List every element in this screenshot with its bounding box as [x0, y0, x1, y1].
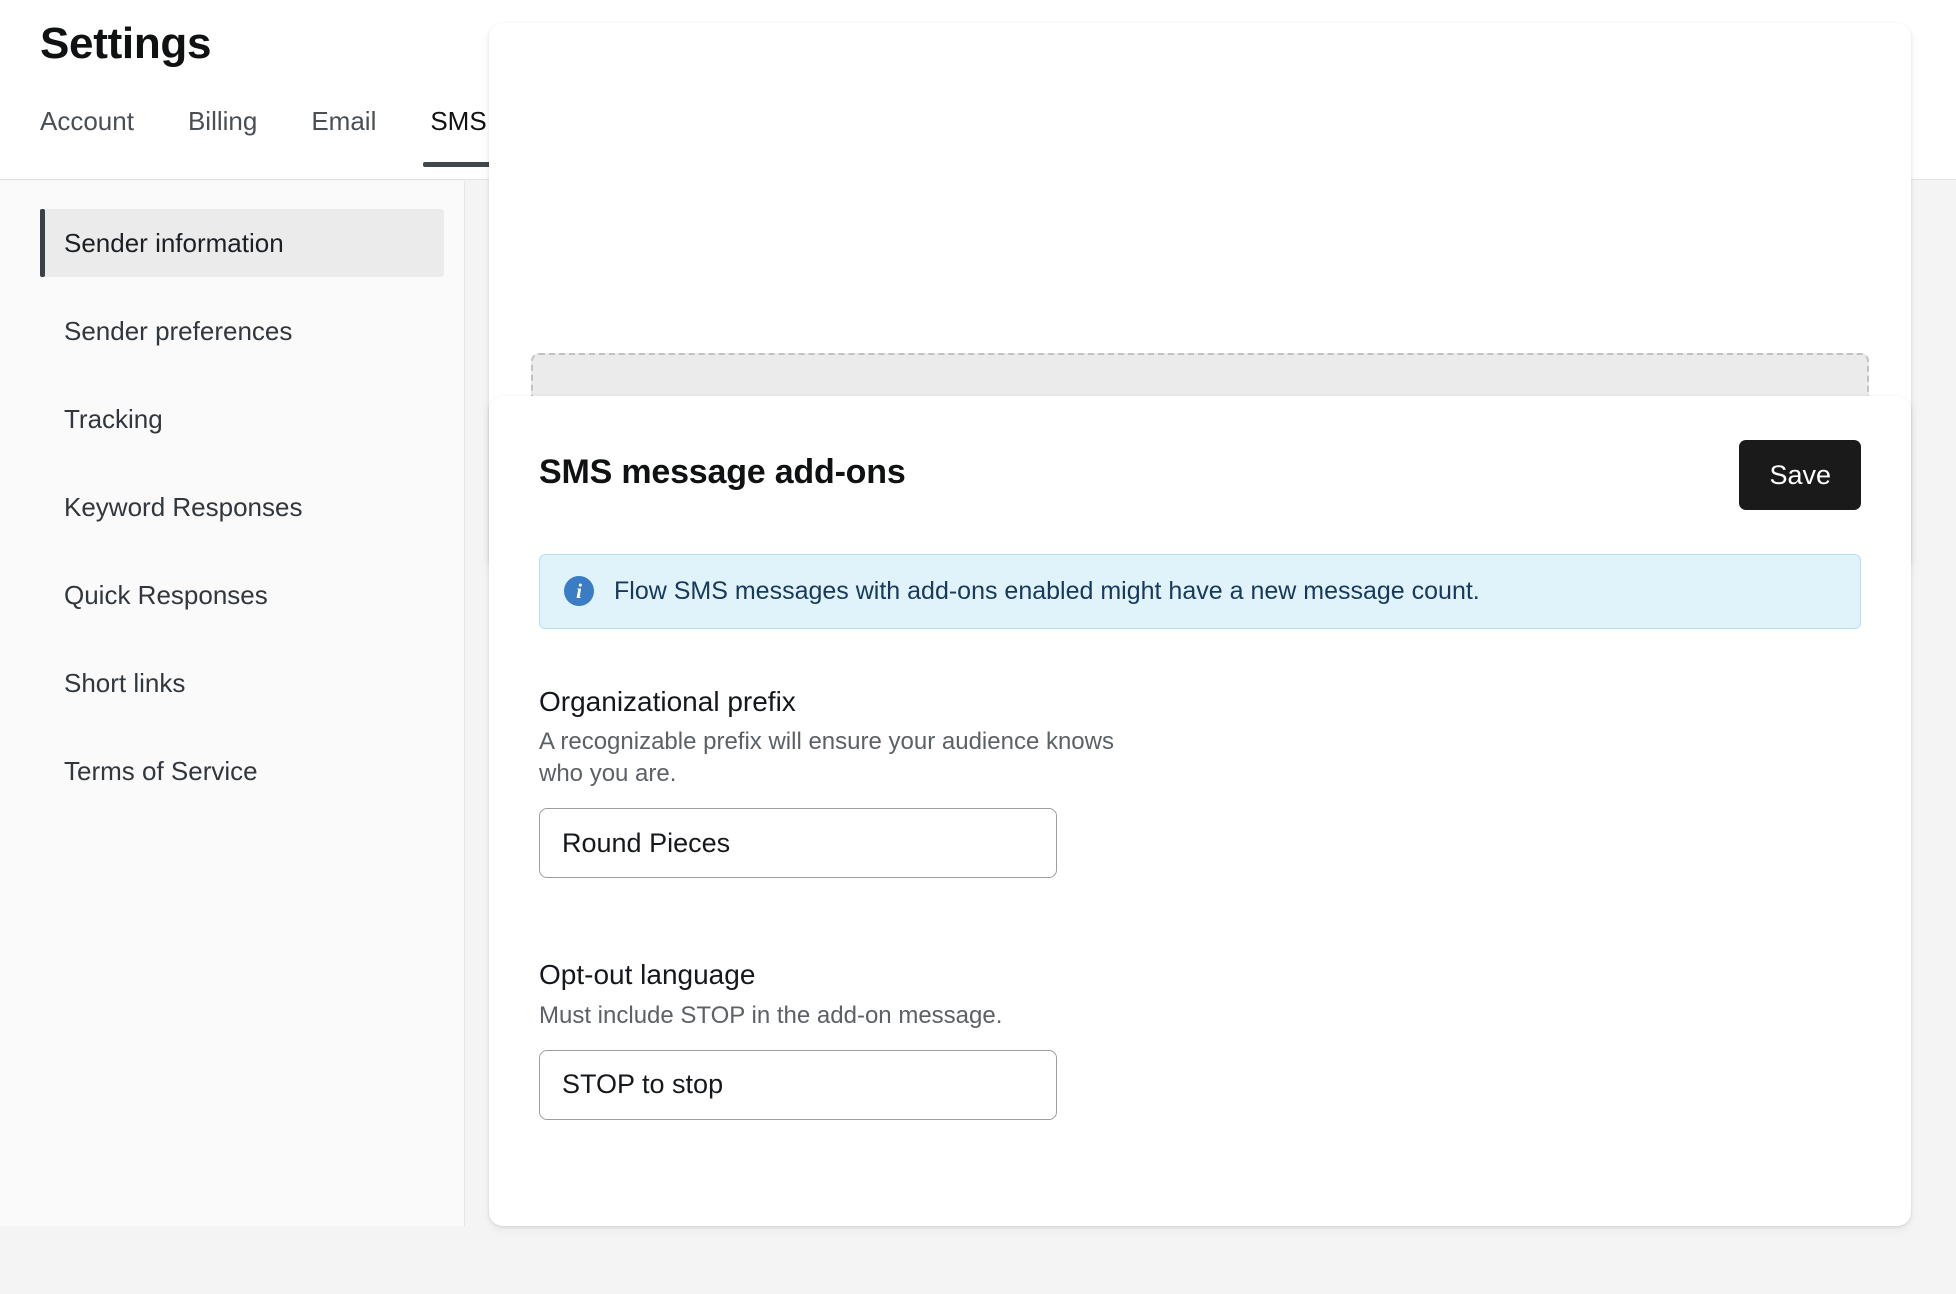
card-title: SMS message add-ons	[539, 453, 906, 491]
info-banner-text: Flow SMS messages with add-ons enabled m…	[614, 577, 1480, 605]
settings-page: Settings Account Billing Email SMS Push …	[0, 0, 1956, 1294]
tab-label: Account	[40, 106, 134, 136]
sidebar-item-quick-responses[interactable]: Quick Responses	[40, 561, 444, 629]
sidebar-item-label: Keyword Responses	[64, 491, 303, 522]
opt-out-language-label: Opt-out language	[539, 959, 756, 991]
sidebar-item-sender-preferences[interactable]: Sender preferences	[40, 297, 444, 365]
sidebar-item-label: Terms of Service	[64, 755, 258, 786]
settings-main-content: SMS message add-ons Save i Flow SMS mess…	[466, 23, 1956, 1294]
sidebar-item-label: Quick Responses	[64, 579, 268, 610]
tab-label: SMS	[430, 106, 487, 136]
organizational-prefix-field-group: Organizational prefix A recognizable pre…	[539, 683, 1861, 879]
organizational-prefix-help: A recognizable prefix will ensure your a…	[539, 728, 1114, 788]
page-body: Sender information Sender preferences Tr…	[0, 23, 1956, 1294]
sidebar-item-label: Short links	[64, 667, 186, 698]
sidebar-item-short-links[interactable]: Short links	[40, 649, 444, 717]
sidebar-item-terms-of-service[interactable]: Terms of Service	[40, 737, 444, 805]
page-title: Settings	[40, 19, 212, 68]
sidebar-item-label: Tracking	[64, 403, 163, 434]
save-button[interactable]: Save	[1739, 440, 1861, 510]
tab-label: Billing	[187, 106, 258, 136]
organizational-prefix-label: Organizational prefix	[539, 685, 796, 717]
tab-label: Email	[311, 106, 377, 136]
sidebar-item-sender-information[interactable]: Sender information	[40, 209, 444, 277]
tab-account[interactable]: Account	[40, 104, 161, 167]
sidebar-item-label: Sender preferences	[64, 315, 293, 346]
sidebar-item-keyword-responses[interactable]: Keyword Responses	[40, 473, 444, 541]
tab-email[interactable]: Email	[284, 104, 403, 167]
sidebar-item-label: Sender information	[64, 227, 284, 258]
opt-out-language-field-group: Opt-out language Must include STOP in th…	[539, 956, 1861, 1120]
tab-billing[interactable]: Billing	[161, 104, 284, 167]
info-banner: i Flow SMS messages with add-ons enabled…	[539, 554, 1861, 629]
organizational-prefix-input[interactable]	[539, 808, 1057, 879]
card-header: SMS message add-ons Save	[539, 440, 1861, 510]
settings-sidebar: Sender information Sender preferences Tr…	[0, 181, 465, 1226]
sms-message-addons-card: SMS message add-ons Save i Flow SMS mess…	[489, 396, 1911, 1226]
opt-out-language-input[interactable]	[539, 1049, 1057, 1120]
opt-out-language-help: Must include STOP in the add-on message.	[539, 1001, 1003, 1029]
info-circle-icon: i	[564, 576, 594, 607]
sidebar-item-tracking[interactable]: Tracking	[40, 385, 444, 453]
